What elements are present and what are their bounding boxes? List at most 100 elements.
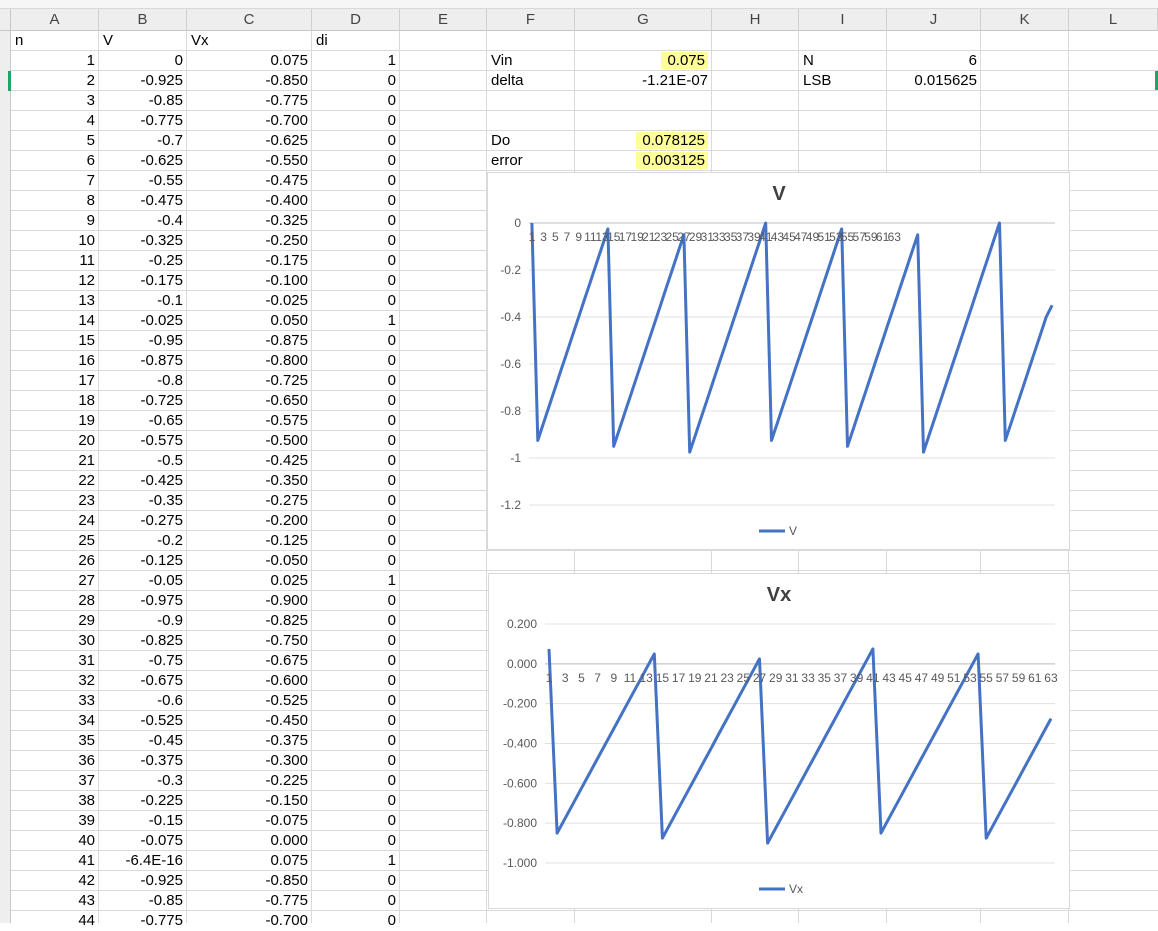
cell-v[interactable]: -0.15 xyxy=(99,811,187,831)
cell-di[interactable]: 0 xyxy=(312,771,400,791)
cell-n[interactable]: 13 xyxy=(11,291,99,311)
cell-n[interactable]: 17 xyxy=(11,371,99,391)
cell-di[interactable]: 0 xyxy=(312,611,400,631)
cell-di[interactable]: 0 xyxy=(312,691,400,711)
cell-n[interactable]: 29 xyxy=(11,611,99,631)
cell-v[interactable]: -0.225 xyxy=(99,791,187,811)
cell-vx[interactable]: -0.250 xyxy=(187,231,312,251)
cell-vx[interactable]: -0.575 xyxy=(187,411,312,431)
param-lsb-label[interactable]: LSB xyxy=(799,71,887,91)
cell-di[interactable]: 0 xyxy=(312,651,400,671)
column-header[interactable]: L xyxy=(1069,9,1158,31)
cell-n[interactable]: 28 xyxy=(11,591,99,611)
cell-vx[interactable]: -0.600 xyxy=(187,671,312,691)
cell-vx[interactable]: -0.125 xyxy=(187,531,312,551)
cell-n[interactable]: 38 xyxy=(11,791,99,811)
cell-v[interactable]: -0.55 xyxy=(99,171,187,191)
cell-v[interactable]: -0.475 xyxy=(99,191,187,211)
cell-n[interactable]: 21 xyxy=(11,451,99,471)
cell-vx[interactable]: -0.675 xyxy=(187,651,312,671)
cell-vx[interactable]: -0.775 xyxy=(187,91,312,111)
cell-n[interactable]: 37 xyxy=(11,771,99,791)
cell-v[interactable]: -6.4E-16 xyxy=(99,851,187,871)
cell-di[interactable]: 0 xyxy=(312,831,400,851)
cell-di[interactable]: 0 xyxy=(312,111,400,131)
cell-vx[interactable]: -0.075 xyxy=(187,811,312,831)
cell-v[interactable]: -0.875 xyxy=(99,351,187,371)
cell-n[interactable]: 25 xyxy=(11,531,99,551)
cell-n[interactable]: 27 xyxy=(11,571,99,591)
column-header[interactable]: I xyxy=(799,9,887,31)
cell-n[interactable]: 36 xyxy=(11,751,99,771)
param-do-label[interactable]: Do xyxy=(487,131,575,151)
cell-v[interactable]: -0.975 xyxy=(99,591,187,611)
cell-v[interactable]: -0.825 xyxy=(99,631,187,651)
cell-v[interactable]: -0.6 xyxy=(99,691,187,711)
cell-n[interactable]: 9 xyxy=(11,211,99,231)
cell-v[interactable]: -0.85 xyxy=(99,91,187,111)
cell-n[interactable]: 24 xyxy=(11,511,99,531)
column-header[interactable]: D xyxy=(312,9,400,31)
cell-di[interactable]: 0 xyxy=(312,671,400,691)
column-header[interactable]: G xyxy=(575,9,712,31)
cell-v[interactable]: -0.125 xyxy=(99,551,187,571)
cell-n[interactable]: 8 xyxy=(11,191,99,211)
cell-vx[interactable]: -0.400 xyxy=(187,191,312,211)
cell-v[interactable]: -0.75 xyxy=(99,651,187,671)
cell-v[interactable]: -0.05 xyxy=(99,571,187,591)
cell-di[interactable]: 0 xyxy=(312,151,400,171)
cell-n[interactable]: 12 xyxy=(11,271,99,291)
cell-v[interactable]: -0.675 xyxy=(99,671,187,691)
cell-n[interactable]: 42 xyxy=(11,871,99,891)
column-header[interactable]: C xyxy=(187,9,312,31)
cell-n[interactable]: 44 xyxy=(11,911,99,931)
cell-vx[interactable]: 0.075 xyxy=(187,51,312,71)
cell-vx[interactable]: -0.900 xyxy=(187,591,312,611)
cell-n[interactable]: 1 xyxy=(11,51,99,71)
cell-di[interactable]: 0 xyxy=(312,91,400,111)
cell-vx[interactable]: 0.050 xyxy=(187,311,312,331)
cell-di[interactable]: 0 xyxy=(312,371,400,391)
cell-vx[interactable]: -0.375 xyxy=(187,731,312,751)
cell-n[interactable]: 22 xyxy=(11,471,99,491)
cell-di[interactable]: 0 xyxy=(312,871,400,891)
cell-di[interactable]: 0 xyxy=(312,471,400,491)
cell-di[interactable]: 0 xyxy=(312,431,400,451)
cell-v[interactable]: -0.9 xyxy=(99,611,187,631)
cell-di[interactable]: 0 xyxy=(312,591,400,611)
cell-n[interactable]: 11 xyxy=(11,251,99,271)
cell-vx[interactable]: -0.325 xyxy=(187,211,312,231)
cell-n[interactable]: 30 xyxy=(11,631,99,651)
cell-v[interactable]: -0.65 xyxy=(99,411,187,431)
cell-v[interactable]: -0.85 xyxy=(99,891,187,911)
cell-v[interactable]: 0 xyxy=(99,51,187,71)
cell-n[interactable]: 31 xyxy=(11,651,99,671)
param-delta-label[interactable]: delta xyxy=(487,71,575,91)
cell-vx[interactable]: -0.500 xyxy=(187,431,312,451)
cell-di[interactable]: 0 xyxy=(312,411,400,431)
cell-di[interactable]: 1 xyxy=(312,51,400,71)
cell-vx[interactable]: -0.550 xyxy=(187,151,312,171)
cell-vx[interactable]: -0.825 xyxy=(187,611,312,631)
cell-n[interactable]: 40 xyxy=(11,831,99,851)
cell-vx[interactable]: -0.475 xyxy=(187,171,312,191)
cell-vx[interactable]: 0.000 xyxy=(187,831,312,851)
cell-v[interactable]: -0.775 xyxy=(99,111,187,131)
cell-n[interactable]: 16 xyxy=(11,351,99,371)
cell-di[interactable]: 1 xyxy=(312,851,400,871)
cell-v[interactable]: -0.5 xyxy=(99,451,187,471)
cell-vx[interactable]: -0.850 xyxy=(187,71,312,91)
cell-n[interactable]: 10 xyxy=(11,231,99,251)
cell-di[interactable]: 0 xyxy=(312,391,400,411)
cell-n[interactable]: 2 xyxy=(11,71,99,91)
cell-v[interactable]: -0.575 xyxy=(99,431,187,451)
param-n-value[interactable]: 6 xyxy=(887,51,981,71)
cell-v[interactable]: -0.275 xyxy=(99,511,187,531)
cell-di[interactable]: 0 xyxy=(312,711,400,731)
column-header[interactable]: J xyxy=(887,9,981,31)
cell-n[interactable]: 6 xyxy=(11,151,99,171)
cell-n[interactable]: 18 xyxy=(11,391,99,411)
cell-di[interactable]: 1 xyxy=(312,571,400,591)
cell-vx[interactable]: -0.625 xyxy=(187,131,312,151)
param-error-label[interactable]: error xyxy=(487,151,575,171)
